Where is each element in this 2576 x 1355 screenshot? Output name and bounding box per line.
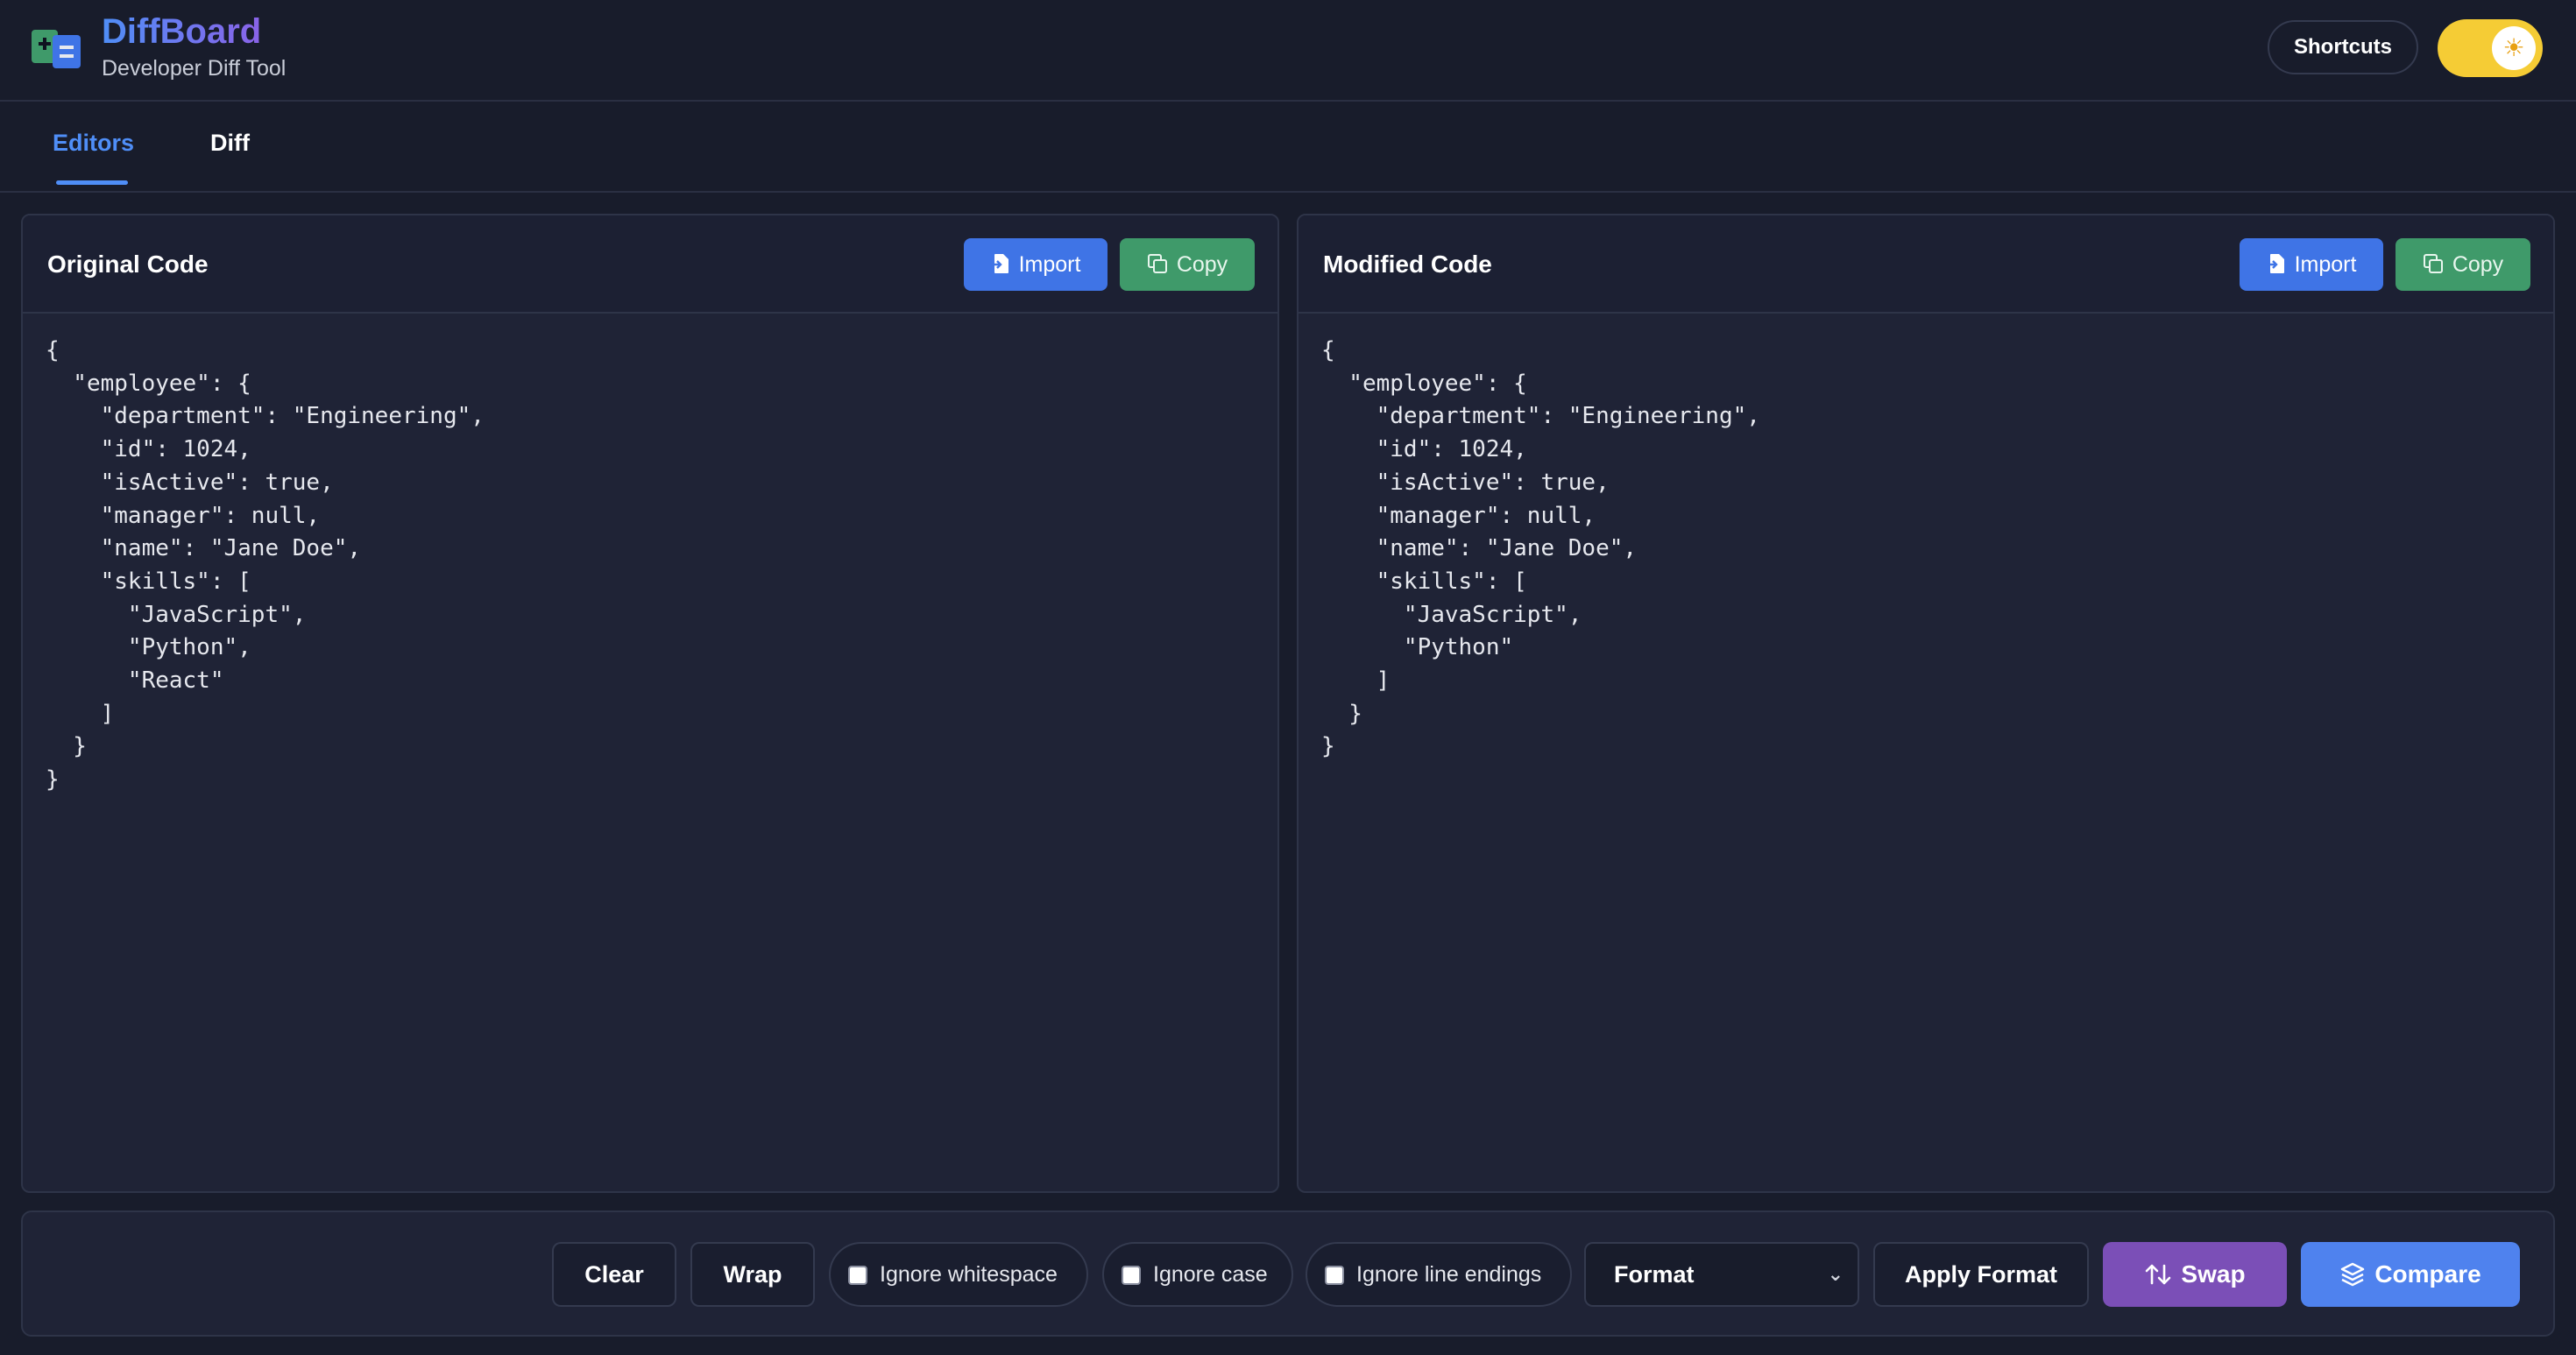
swap-arrows-icon (2146, 1264, 2171, 1284)
swap-label: Swap (2181, 1260, 2246, 1288)
tab-editors[interactable]: Editors (53, 130, 134, 157)
format-select[interactable]: Format ⌄ (1584, 1242, 1859, 1307)
theme-toggle[interactable]: ☀ (2438, 19, 2543, 77)
original-panel-header: Original Code Import Copy (23, 215, 1277, 314)
layers-icon (2341, 1262, 2365, 1286)
active-tab-indicator (56, 180, 128, 185)
ignore-case-toggle[interactable]: Ignore case (1102, 1242, 1293, 1307)
ignore-whitespace-toggle[interactable]: Ignore whitespace (829, 1242, 1088, 1307)
app-header: DiffBoard Developer Diff Tool Shortcuts … (0, 0, 2576, 102)
modified-import-label: Import (2294, 252, 2357, 277)
import-file-icon (991, 254, 1008, 274)
tab-bar: Editors Diff (0, 103, 2576, 193)
modified-panel-header: Modified Code Import Copy (1299, 215, 2553, 314)
modified-import-button[interactable]: Import (2240, 238, 2383, 291)
modified-panel-title: Modified Code (1323, 251, 1492, 278)
original-code-editor[interactable]: { "employee": { "department": "Engineeri… (46, 335, 1260, 1174)
original-import-button[interactable]: Import (964, 238, 1108, 291)
swap-button[interactable]: Swap (2103, 1242, 2287, 1307)
ignore-case-checkbox[interactable] (1122, 1266, 1141, 1285)
ignore-whitespace-label: Ignore whitespace (880, 1262, 1058, 1287)
bottom-toolbar: Clear Wrap Ignore whitespace Ignore case… (21, 1210, 2555, 1337)
ignore-line-endings-checkbox[interactable] (1325, 1266, 1344, 1285)
wrap-button[interactable]: Wrap (690, 1242, 815, 1307)
original-copy-label: Copy (1176, 252, 1228, 277)
ignore-whitespace-checkbox[interactable] (848, 1266, 867, 1285)
original-copy-button[interactable]: Copy (1120, 238, 1255, 291)
apply-format-button[interactable]: Apply Format (1873, 1242, 2089, 1307)
compare-label: Compare (2374, 1260, 2481, 1288)
ignore-line-endings-label: Ignore line endings (1356, 1262, 1542, 1287)
original-code-panel: Original Code Import Copy { "employee": … (21, 214, 1279, 1193)
compare-button[interactable]: Compare (2301, 1242, 2520, 1307)
tab-diff[interactable]: Diff (210, 130, 250, 157)
modified-copy-label: Copy (2452, 252, 2504, 277)
shortcuts-button[interactable]: Shortcuts (2268, 20, 2418, 74)
format-select-value: Format (1614, 1261, 1695, 1288)
modified-code-editor[interactable]: { "employee": { "department": "Engineeri… (1321, 335, 2536, 1174)
original-panel-title: Original Code (47, 251, 209, 278)
clear-button[interactable]: Clear (552, 1242, 676, 1307)
copy-icon (2423, 254, 2443, 274)
ignore-case-label: Ignore case (1153, 1262, 1268, 1287)
sun-icon: ☀ (2492, 26, 2536, 70)
app-title: DiffBoard (102, 12, 262, 51)
modified-code-panel: Modified Code Import Copy { "employee": … (1297, 214, 2555, 1193)
ignore-line-endings-toggle[interactable]: Ignore line endings (1306, 1242, 1572, 1307)
original-import-label: Import (1018, 252, 1081, 277)
import-file-icon (2267, 254, 2284, 274)
chevron-down-icon: ⌄ (1827, 1263, 1844, 1285)
diff-logo-icon (32, 30, 81, 68)
modified-copy-button[interactable]: Copy (2396, 238, 2530, 291)
copy-icon (1147, 254, 1167, 274)
app-subtitle: Developer Diff Tool (102, 56, 287, 81)
